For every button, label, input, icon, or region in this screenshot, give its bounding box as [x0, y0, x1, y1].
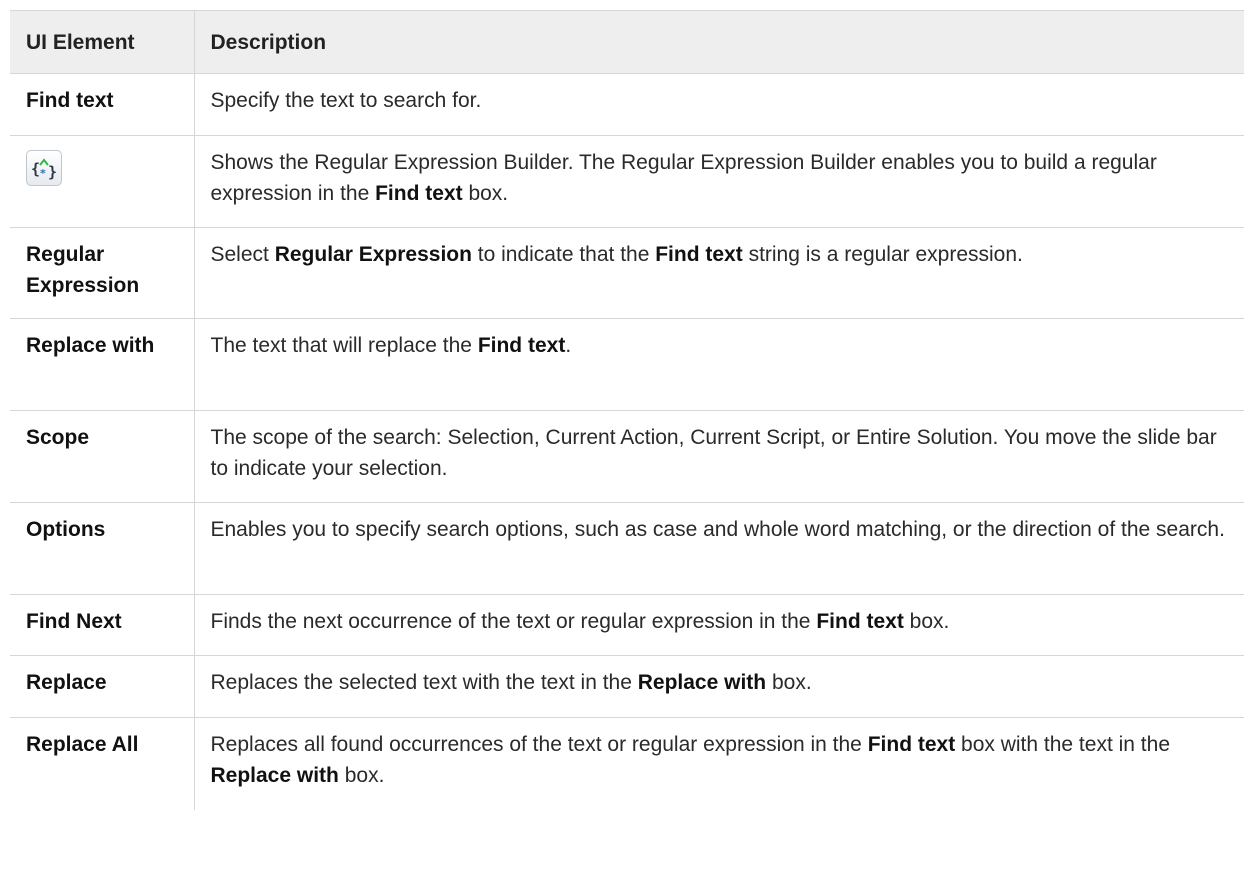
row-element-name: Options: [10, 502, 194, 595]
column-header-description: Description: [193, 10, 1244, 74]
svg-text:*: *: [40, 167, 46, 180]
regex-builder-icon: { } *: [26, 150, 62, 186]
row-description: Select Regular Expression to indicate th…: [193, 227, 1244, 319]
svg-text:{: {: [31, 160, 40, 178]
svg-text:}: }: [48, 163, 57, 181]
row-description: Replaces the selected text with the text…: [193, 655, 1244, 718]
row-element-name: Find Next: [10, 594, 194, 656]
row-element-name: Find text: [10, 73, 194, 136]
row-element-name: Replace with: [10, 318, 194, 411]
table-row: Regular Expression Select Regular Expres…: [10, 227, 1244, 319]
table-row: Options Enables you to specify search op…: [10, 502, 1244, 595]
table-row: Find text Specify the text to search for…: [10, 73, 1244, 136]
table-row: Scope The scope of the search: Selection…: [10, 410, 1244, 503]
row-element-name: Replace All: [26, 733, 139, 756]
row-description: Replaces all found occurrences of the te…: [193, 717, 1244, 810]
row-element-name: Replace: [10, 655, 194, 718]
table-row: Replace All Replaces all found occurrenc…: [10, 717, 1244, 810]
table-row: Find Next Finds the next occurrence of t…: [10, 594, 1244, 656]
row-element-icon-cell: { } *: [10, 135, 194, 228]
ui-element-table-container: UI Element Description Find text Specify…: [10, 10, 1244, 810]
table-row: Replace with The text that will replace …: [10, 318, 1244, 411]
row-element-name: Regular Expression: [10, 227, 194, 319]
row-description: Enables you to specify search options, s…: [193, 502, 1244, 595]
row-description: Shows the Regular Expression Builder. Th…: [193, 135, 1244, 228]
row-description: The scope of the search: Selection, Curr…: [193, 410, 1244, 503]
regex-builder-icon-glyph: { } *: [31, 158, 57, 181]
row-description: Finds the next occurrence of the text or…: [193, 594, 1244, 656]
row-element-name: Scope: [10, 410, 194, 503]
column-header-ui-element: UI Element: [10, 10, 194, 74]
table-header-row: UI Element Description: [10, 10, 1244, 74]
table-row: { } * Shows the Regular Expression Build…: [10, 135, 1244, 228]
ui-element-table: UI Element Description Find text Specify…: [10, 10, 1244, 810]
row-description: The text that will replace the Find text…: [193, 318, 1244, 411]
table-row: Replace Replaces the selected text with …: [10, 655, 1244, 718]
row-description: Specify the text to search for.: [193, 73, 1244, 136]
